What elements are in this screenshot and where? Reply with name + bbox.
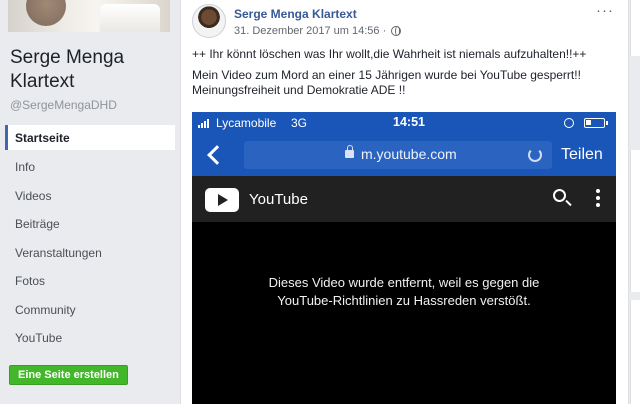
post-timestamp[interactable]: 31. Dezember 2017 um 14:56 · — [234, 25, 402, 37]
search-icon — [553, 189, 566, 202]
timestamp-text[interactable]: 31. Dezember 2017 um 14:56 · — [234, 25, 386, 37]
nav-item-community[interactable]: Community — [5, 296, 175, 325]
status-clock: 14:51 — [393, 115, 425, 129]
page-nav: Startseite Info Videos Beiträge Veransta… — [5, 125, 175, 353]
nav-item-info[interactable]: Info — [5, 153, 175, 182]
page-handle[interactable]: @SergeMengaDHD — [10, 98, 117, 112]
nav-item-fotos[interactable]: Fotos — [5, 267, 175, 296]
signal-icon — [198, 119, 212, 128]
post-line: Mein Video zum Mord an einer 15 Jährigen… — [192, 67, 581, 98]
nav-item-beitraege[interactable]: Beiträge — [5, 210, 175, 239]
url-field: m.youtube.com — [244, 141, 552, 169]
video-removed-message: Dieses Video wurde entfernt, weil es geg… — [268, 275, 540, 308]
cover-photo[interactable] — [8, 0, 170, 32]
nav-item-videos[interactable]: Videos — [5, 182, 175, 211]
share-label: Teilen — [561, 146, 603, 163]
post-card: Serge Menga Klartext 31. Dezember 2017 u… — [180, 0, 629, 404]
video-area: Dieses Video wurde entfernt, weil es geg… — [192, 222, 616, 404]
page-sidebar: Serge Menga Klartext @SergeMengaDHD Star… — [0, 0, 178, 404]
network-type: 3G — [291, 116, 308, 130]
back-icon — [207, 145, 227, 165]
kebab-icon — [596, 189, 600, 209]
nav-item-veranstaltungen[interactable]: Veranstaltungen — [5, 239, 175, 268]
carrier-name: Lycamobile — [216, 116, 277, 130]
create-page-button[interactable]: Eine Seite erstellen — [9, 365, 128, 385]
more-icon[interactable]: ··· — [596, 2, 614, 19]
youtube-logo-icon — [205, 188, 239, 212]
right-card — [630, 150, 640, 292]
url-text: m.youtube.com — [361, 146, 457, 162]
youtube-header: YouTube — [192, 176, 616, 222]
post-image[interactable]: Lycamobile 3G 14:51 m.youtube.com Teilen… — [192, 112, 616, 404]
nav-item-youtube[interactable]: YouTube — [5, 324, 175, 353]
right-column-edge — [630, 0, 640, 404]
rotation-lock-icon — [564, 118, 574, 128]
post-author[interactable]: Serge Menga Klartext — [234, 7, 357, 21]
phone-status-bar: Lycamobile 3G 14:51 — [192, 112, 616, 134]
nav-item-startseite[interactable]: Startseite — [5, 125, 175, 150]
avatar[interactable] — [192, 4, 226, 38]
battery-icon — [584, 118, 608, 128]
page-title[interactable]: Serge Menga Klartext — [10, 46, 170, 94]
post-text: ++ Ihr könnt löschen was Ihr wollt,die W… — [192, 47, 622, 104]
youtube-brand: YouTube — [249, 191, 308, 208]
browser-bar: m.youtube.com Teilen — [192, 134, 616, 176]
padlock-icon — [345, 145, 354, 158]
right-card — [630, 0, 640, 56]
globe-icon — [391, 26, 402, 36]
right-card — [630, 300, 640, 404]
post-line: ++ Ihr könnt löschen was Ihr wollt,die W… — [192, 47, 587, 61]
reload-icon — [528, 148, 542, 162]
